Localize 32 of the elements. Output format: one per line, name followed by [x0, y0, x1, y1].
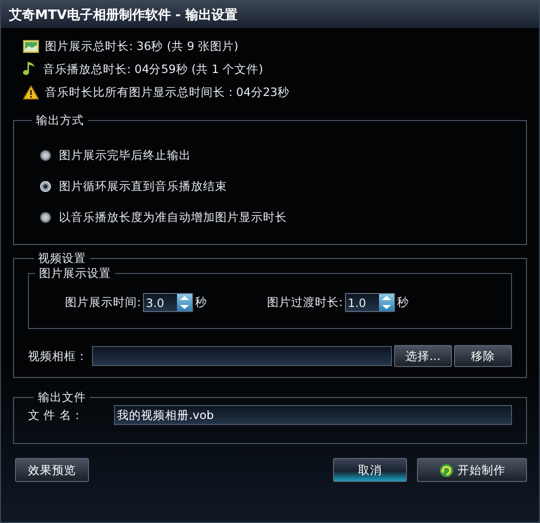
spin-buttons[interactable] — [176, 294, 192, 311]
info-text: 图片展示总时长: 36秒 (共 9 张图片) — [45, 38, 238, 54]
spin-field[interactable]: 1.0 — [344, 293, 395, 312]
field-label: 文 件 名： — [28, 408, 84, 422]
refresh-icon — [438, 462, 454, 478]
start-button[interactable]: 开始制作 — [417, 458, 527, 482]
music-note-icon — [23, 61, 37, 77]
spin-field[interactable]: 3.0 — [142, 293, 193, 312]
radio-option[interactable]: 以音乐播放长度为准自动增加图片显示时长 — [40, 208, 514, 226]
group-title: 视频设置 — [37, 251, 87, 266]
radio-option[interactable]: 图片循环展示直到音乐播放结束 — [40, 177, 514, 195]
group-title: 输出方式 — [35, 113, 85, 128]
cancel-button[interactable]: 取消 — [333, 458, 407, 482]
info-text: 音乐播放总时长: 04分59秒 (共 1 个文件) — [43, 62, 264, 76]
frame-field[interactable] — [92, 346, 392, 366]
spin-buttons[interactable] — [378, 294, 394, 311]
unit-label: 秒 — [396, 295, 409, 310]
window-title: 艾奇MTV电子相册制作软件 - 输出设置 — [1, 1, 539, 28]
select-button[interactable]: 选择... — [394, 345, 452, 367]
radio-option[interactable]: 图片展示完毕后终止输出 — [40, 146, 514, 164]
remove-button[interactable]: 移除 — [454, 345, 512, 367]
field-label: 图片过渡时长: — [266, 295, 343, 310]
field-label: 图片展示时间: — [65, 295, 141, 310]
file-name-field[interactable]: 我的视频相册.vob — [114, 405, 512, 425]
picture-icon — [23, 40, 39, 52]
warning-icon — [23, 84, 39, 100]
group-title: 输出文件 — [37, 390, 87, 405]
info-text: 音乐时长比所有图片显示总时间长 : 04分23秒 — [45, 84, 290, 100]
group-title: 图片展示设置 — [38, 266, 112, 281]
field-label: 视频相框： — [28, 348, 88, 364]
preview-button[interactable]: 效果预览 — [15, 458, 89, 482]
unit-label: 秒 — [194, 295, 207, 310]
